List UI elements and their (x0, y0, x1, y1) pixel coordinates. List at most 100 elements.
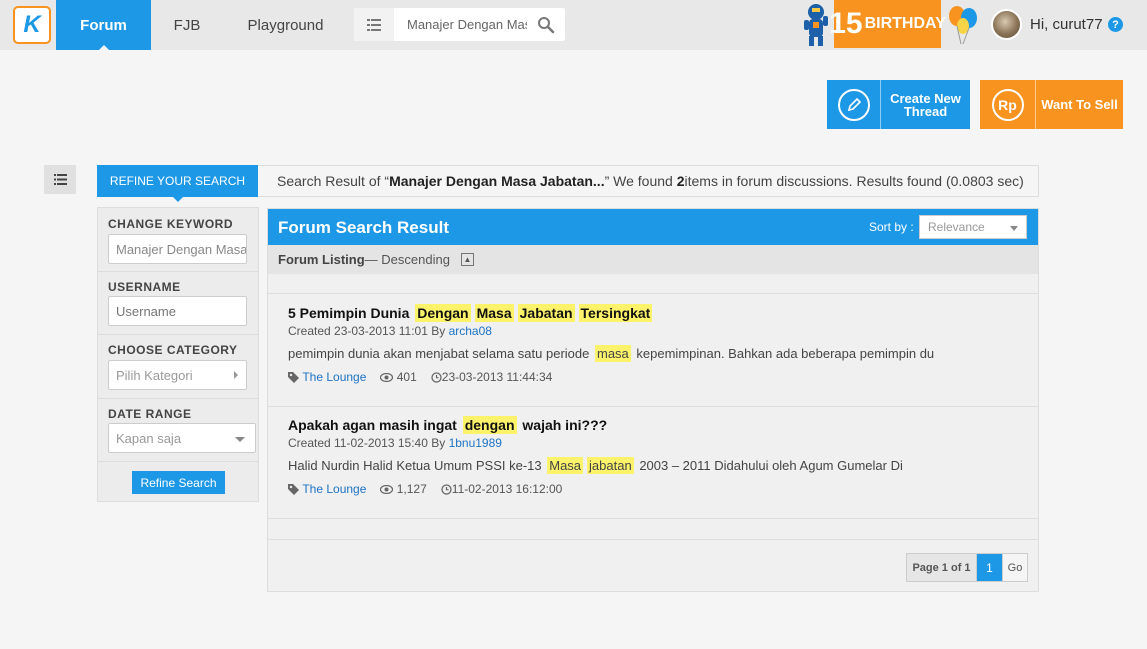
search-input[interactable] (407, 8, 527, 41)
snippet-text: pemimpin dunia akan menjabat selama satu… (288, 346, 590, 361)
clock-icon (441, 483, 452, 495)
title-highlight: dengan (462, 416, 517, 434)
thread-last-post: 23-03-2013 11:44:34 (441, 370, 553, 384)
thread-snippet: pemimpin dunia akan menjabat selama satu… (288, 345, 935, 362)
top-navbar: K Forum FJB Playground 15 BIRTHDAY Hi, c… (0, 0, 1147, 50)
category-section: CHOOSE CATEGORY Pilih Kategori (98, 335, 258, 399)
title-highlight: Tersingkat (578, 304, 653, 322)
clock-icon (431, 371, 442, 383)
want-to-sell-label: Want To Sell (1041, 97, 1118, 112)
thread-views: 1,127 (396, 482, 427, 496)
thread-title[interactable]: 5 Pemimpin Dunia Dengan Masa Jabatan Tersin… (288, 304, 654, 322)
date-range-label: DATE RANGE (108, 407, 192, 421)
date-range-value: Kapan saja (116, 430, 182, 446)
sort-select[interactable]: Relevance (919, 215, 1027, 239)
thread-title[interactable]: Apakah agan masih ingat dengan wajah ini… (288, 416, 608, 434)
refine-search-tab[interactable]: REFINE YOUR SEARCH (97, 165, 258, 202)
category-label: CHOOSE CATEGORY (108, 343, 238, 357)
search-scope-list-icon[interactable] (354, 8, 394, 41)
go-button[interactable]: Go (1002, 554, 1027, 581)
list-spacer (268, 274, 1038, 294)
tab-forum[interactable]: Forum (56, 0, 151, 50)
tag-icon (288, 483, 299, 495)
thread-snippet: Halid Nurdin Halid Ketua Umum PSSI ke-13… (288, 457, 903, 474)
keyword-label: CHANGE KEYWORD (108, 217, 234, 231)
thread-created: Created 23-03-2013 11:01 By (288, 324, 449, 338)
chevron-right-icon (234, 371, 238, 379)
snippet-highlight: Masa (547, 457, 584, 474)
create-thread-button[interactable]: Create New Thread (827, 80, 970, 129)
keyword-section: CHANGE KEYWORD (98, 208, 258, 272)
refine-search-button[interactable]: Refine Search (132, 471, 225, 494)
page-info: Page 1 of 1 (907, 554, 977, 581)
thread-author-link[interactable]: archa08 (449, 324, 492, 338)
category-select[interactable]: Pilih Kategori (108, 360, 247, 390)
tab-fjb[interactable]: FJB (151, 0, 223, 50)
mascot-icon (804, 4, 828, 46)
create-thread-label: Create New Thread (890, 90, 961, 119)
collapse-toggle-icon[interactable]: ▲ (460, 253, 474, 266)
list-icon (53, 174, 67, 185)
summary-prefix: Search Result of “ (277, 173, 390, 189)
thread-author-link[interactable]: 1bnu1989 (449, 436, 502, 450)
title-text: Apakah agan masih ingat (288, 417, 457, 433)
birthday-number: 15 (829, 7, 863, 40)
listing-order: — Descending (364, 252, 450, 267)
summary-query: Manajer Dengan Masa Jabatan... (389, 173, 605, 189)
thread-item: 5 Pemimpin Dunia Dengan Masa Jabatan Tersin… (268, 295, 1038, 407)
birthday-label: BIRTHDAY (864, 15, 946, 32)
listing-bar: Forum Listing — Descending ▲ (268, 245, 1038, 274)
want-to-sell-button[interactable]: Rp Want To Sell (980, 80, 1123, 129)
thread-item: Apakah agan masih ingat dengan wajah ini… (268, 407, 1038, 519)
username-section: USERNAME (98, 272, 258, 335)
eye-icon (380, 484, 394, 494)
snippet-text: kepemimpinan. Bahkan ada beberapa pemimp… (636, 346, 935, 361)
refine-panel: CHANGE KEYWORD USERNAME CHOOSE CATEGORY … (97, 207, 259, 502)
thread-views: 401 (396, 370, 417, 384)
thread-footer: The Lounge 1,127 11-02-2013 16:12:00 (288, 482, 576, 496)
title-highlight: Masa (474, 304, 514, 322)
search-icon[interactable] (537, 16, 555, 34)
keyword-input[interactable] (108, 234, 247, 264)
chevron-down-icon (1010, 226, 1018, 231)
chevron-down-icon (235, 437, 245, 442)
kaskus-logo[interactable]: K (13, 6, 51, 44)
date-range-section: DATE RANGE Kapan saja (98, 399, 258, 462)
tag-icon (288, 371, 299, 383)
search-result-summary: Search Result of “Manajer Dengan Masa Ja… (258, 165, 1039, 197)
summary-middle: ” We found (604, 173, 673, 189)
title-highlight: Dengan (415, 304, 471, 322)
thread-meta: Created 11-02-2013 15:40 By 1bnu1989 (288, 436, 502, 450)
username-label: USERNAME (108, 280, 181, 294)
thread-category-link[interactable]: The Lounge (302, 370, 366, 384)
snippet-text: Halid Nurdin Halid Ketua Umum PSSI ke-13 (288, 458, 542, 473)
title-text: 5 Pemimpin Dunia (288, 305, 410, 321)
avatar[interactable] (991, 9, 1022, 40)
snippet-highlight: jabatan (587, 457, 634, 474)
thread-category-link[interactable]: The Lounge (302, 482, 366, 496)
pagination: Page 1 of 1 1 Go (906, 553, 1028, 582)
thread-created: Created 11-02-2013 15:40 By (288, 436, 449, 450)
results-title: Forum Search Result (278, 218, 449, 237)
rupiah-icon: Rp (980, 80, 1036, 129)
forum-search-results: Forum Search Result Sort by : Relevance … (267, 208, 1039, 592)
page-1-button[interactable]: 1 (977, 554, 1002, 581)
results-header: Forum Search Result Sort by : Relevance (268, 209, 1038, 245)
thread-meta: Created 23-03-2013 11:01 By archa08 (288, 324, 492, 338)
header-search (354, 8, 565, 41)
thread-footer: The Lounge 401 23-03-2013 11:44:34 (288, 370, 566, 384)
listing-label: Forum Listing (278, 252, 365, 267)
sidebar-toggle-button[interactable] (44, 165, 76, 194)
tab-playground[interactable]: Playground (223, 0, 348, 50)
title-text: wajah ini??? (522, 417, 608, 433)
pencil-icon (827, 80, 881, 129)
user-greeting[interactable]: Hi, curut77 (1030, 16, 1103, 33)
thread-last-post: 11-02-2013 16:12:00 (451, 482, 563, 496)
summary-count: 2 (676, 173, 685, 189)
sort-value: Relevance (928, 220, 985, 234)
sort-label: Sort by : (869, 220, 914, 234)
birthday-banner[interactable]: 15 BIRTHDAY (829, 0, 946, 48)
username-input[interactable] (108, 296, 247, 326)
date-range-select[interactable]: Kapan saja (108, 423, 256, 453)
help-icon[interactable]: ? (1108, 17, 1123, 32)
